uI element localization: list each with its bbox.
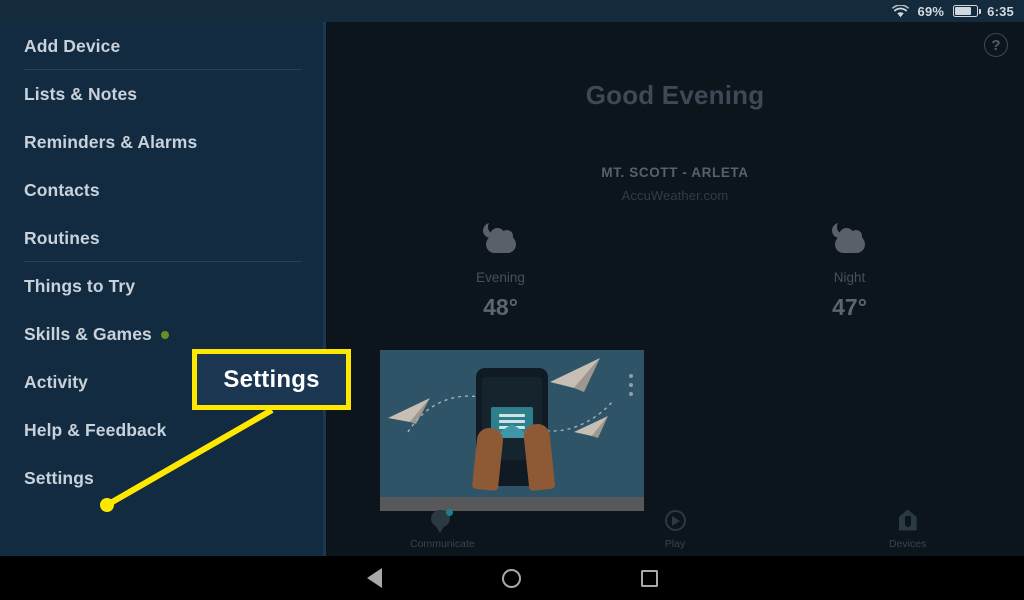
annotation-pointer-line — [100, 407, 274, 512]
device-screen: 69% 6:35 Add Device Lists & Notes Remind… — [0, 0, 1024, 600]
annotation-callout-box: Settings — [192, 349, 351, 410]
annotation-callout-label: Settings — [223, 365, 320, 393]
